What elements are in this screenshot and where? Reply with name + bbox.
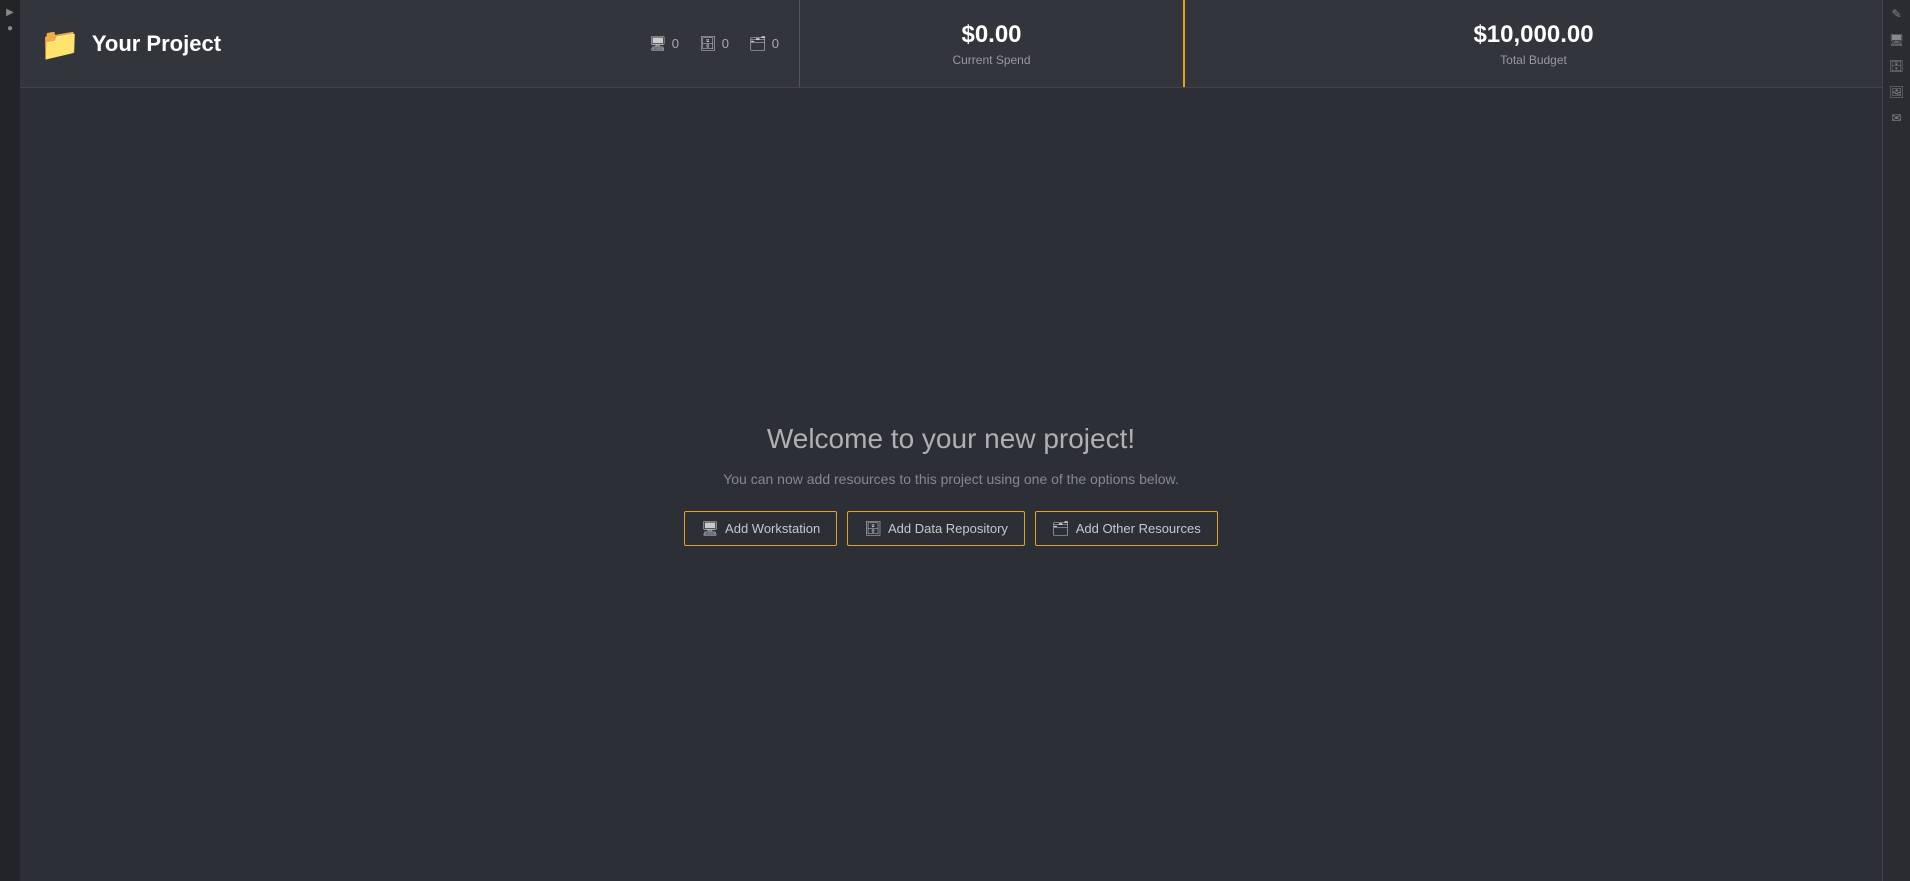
- add-workstation-label: Add Workstation: [725, 521, 820, 536]
- monitor-icon[interactable]: 🖥: [1889, 34, 1904, 46]
- add-data-repository-label: Add Data Repository: [888, 521, 1008, 536]
- add-data-repository-icon: 🗄: [864, 520, 882, 537]
- add-workstation-button[interactable]: 🖥 Add Workstation: [684, 511, 837, 546]
- left-sidebar-icon-arrow[interactable]: ▶: [6, 8, 14, 18]
- repository-icon: 🗄: [699, 35, 717, 52]
- repository-count-value: 0: [722, 36, 729, 51]
- spend-amount: $0.00: [961, 21, 1021, 49]
- budget-amount: $10,000.00: [1473, 21, 1593, 49]
- storage-icon[interactable]: 🗄: [1889, 60, 1904, 72]
- add-data-repository-button[interactable]: 🗄 Add Data Repository: [847, 511, 1025, 546]
- header-budget: $10,000.00 Total Budget: [1185, 0, 1882, 87]
- other-count: 🗂 0: [749, 35, 779, 52]
- main-area: 📁 Your Project 🖥 0 🗄 0 🗂 0 $0.00: [20, 0, 1882, 881]
- welcome-panel: Welcome to your new project! You can now…: [684, 423, 1217, 546]
- welcome-subtitle: You can now add resources to this projec…: [723, 471, 1179, 487]
- folder-icon: 📁: [40, 25, 80, 63]
- spend-label: Current Spend: [952, 53, 1030, 67]
- header-spend: $0.00 Current Spend: [800, 0, 1185, 87]
- edit-icon[interactable]: ✎: [1891, 8, 1901, 20]
- image-icon[interactable]: 🖼: [1889, 86, 1904, 98]
- add-other-resources-button[interactable]: 🗂 Add Other Resources: [1035, 511, 1218, 546]
- budget-label: Total Budget: [1500, 53, 1567, 67]
- mail-icon[interactable]: ✉: [1891, 112, 1901, 124]
- add-workstation-icon: 🖥: [701, 520, 719, 537]
- right-sidebar: ✎ 🖥 🗄 🖼 ✉: [1882, 0, 1910, 881]
- header-project: 📁 Your Project 🖥 0 🗄 0 🗂 0: [20, 0, 800, 87]
- repository-count: 🗄 0: [699, 35, 729, 52]
- add-other-resources-icon: 🗂: [1052, 520, 1070, 537]
- add-other-resources-label: Add Other Resources: [1076, 521, 1201, 536]
- header: 📁 Your Project 🖥 0 🗄 0 🗂 0 $0.00: [20, 0, 1882, 88]
- left-sidebar: ▶ ●: [0, 0, 20, 881]
- welcome-title: Welcome to your new project!: [767, 423, 1135, 455]
- other-icon: 🗂: [749, 35, 767, 52]
- action-buttons: 🖥 Add Workstation 🗄 Add Data Repository …: [684, 511, 1217, 546]
- resource-counts: 🖥 0 🗄 0 🗂 0: [649, 35, 779, 52]
- workstation-count-value: 0: [672, 36, 679, 51]
- workstation-icon: 🖥: [649, 35, 667, 52]
- workstation-count: 🖥 0: [649, 35, 679, 52]
- main-content: Welcome to your new project! You can now…: [20, 88, 1882, 881]
- other-count-value: 0: [772, 36, 779, 51]
- project-title: Your Project: [92, 31, 221, 57]
- left-sidebar-icon-dot[interactable]: ●: [7, 24, 13, 34]
